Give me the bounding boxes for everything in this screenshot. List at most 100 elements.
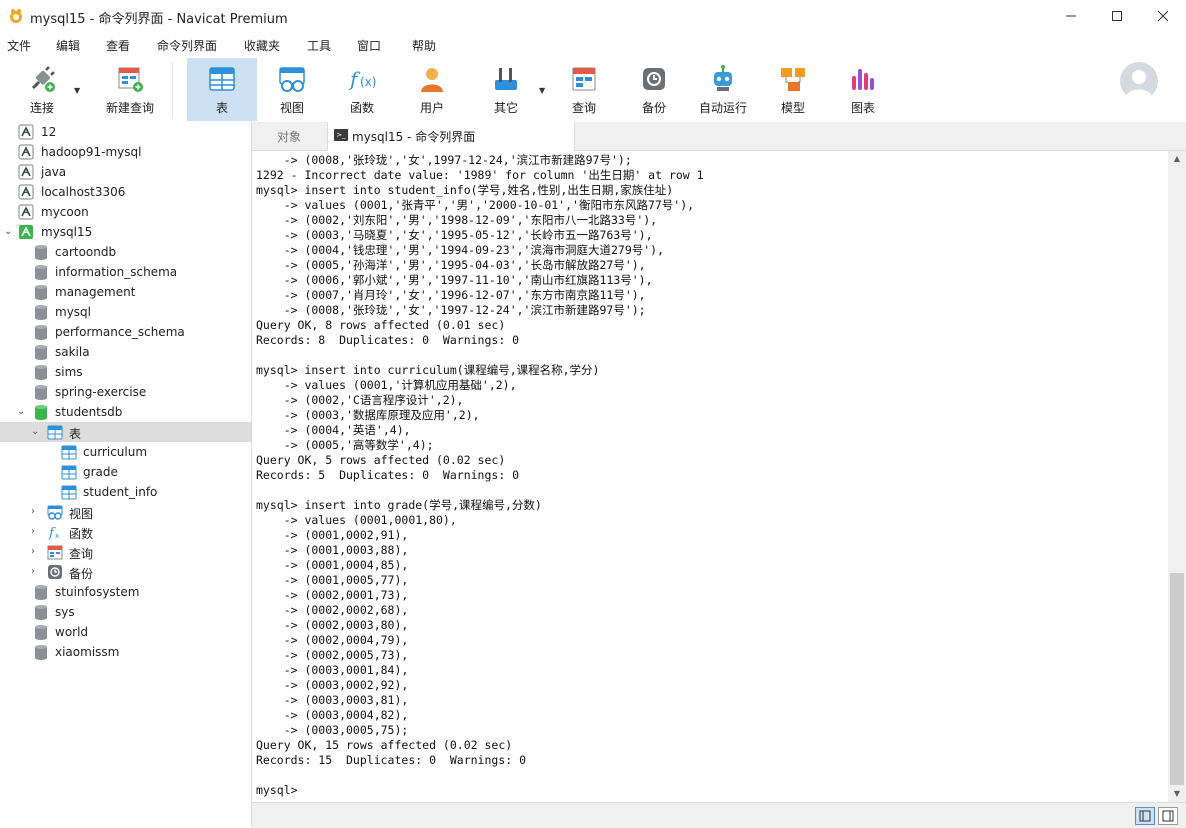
scroll-up-icon[interactable]: ▲ — [1168, 151, 1186, 167]
console-output[interactable]: -> (0008,'张玲珑','女',1997-12-24,'滨江市新建路97号… — [252, 151, 1167, 802]
database-name: sims — [55, 365, 83, 379]
scrollbar-thumb[interactable] — [1170, 573, 1184, 785]
tool-function[interactable]: f (x) 函数 — [328, 58, 396, 121]
tree-connection-mysql15[interactable]: ⌄ mysql15 — [0, 222, 251, 242]
console-line: Records: 5 Duplicates: 0 Warnings: 0 — [256, 468, 520, 482]
menu-view[interactable]: 查看 — [106, 37, 130, 54]
tree-group-functions[interactable]: › 函数 — [0, 522, 251, 542]
tree-database[interactable]: sakila — [0, 342, 251, 362]
menu-favorites[interactable]: 收藏夹 — [244, 37, 280, 54]
tree-database[interactable]: world — [0, 622, 251, 642]
chevron-down-icon[interactable]: ⌄ — [17, 406, 27, 418]
table-icon — [61, 464, 77, 480]
tree-connection[interactable]: mycoon — [0, 202, 251, 222]
tree-table[interactable]: student_info — [0, 482, 251, 502]
robot-icon — [714, 65, 732, 91]
tree-database[interactable]: performance_schema — [0, 322, 251, 342]
chevron-right-icon[interactable]: › — [31, 546, 41, 558]
chevron-right-icon[interactable]: › — [31, 526, 41, 538]
tool-user[interactable]: 用户 — [398, 58, 466, 121]
connection-icon — [18, 164, 34, 180]
menu-edit[interactable]: 编辑 — [56, 37, 80, 54]
tree-database[interactable]: sys — [0, 602, 251, 622]
chevron-down-icon[interactable]: ⌄ — [4, 226, 14, 238]
connect-dropdown-icon[interactable]: ▼ — [74, 86, 80, 95]
panel-left-icon — [1139, 810, 1151, 822]
database-icon — [33, 324, 49, 340]
console-line: -> (0002,0004,79), — [256, 633, 409, 647]
database-name: performance_schema — [55, 325, 185, 339]
tree-connection[interactable]: java — [0, 162, 251, 182]
tools-icon — [495, 68, 517, 90]
database-icon — [33, 364, 49, 380]
tool-backup[interactable]: 备份 — [620, 58, 688, 121]
tree-group-queries[interactable]: › 查询 — [0, 542, 251, 562]
console-line: -> (0003,0005,75); — [256, 723, 409, 737]
user-avatar[interactable] — [1120, 62, 1158, 100]
tree-table[interactable]: grade — [0, 462, 251, 482]
single-view-button[interactable] — [1158, 807, 1178, 825]
tree-database[interactable]: management — [0, 282, 251, 302]
tab-objects[interactable]: 对象 — [252, 122, 326, 150]
database-icon — [33, 344, 49, 360]
database-icon — [33, 264, 49, 280]
model-label: 模型 — [780, 101, 805, 115]
menu-tools[interactable]: 工具 — [307, 37, 331, 54]
tab-console[interactable]: >_ mysql15 - 命令列界面 — [327, 122, 575, 151]
tool-model[interactable]: 模型 — [760, 58, 826, 121]
tree-database[interactable]: sims — [0, 362, 251, 382]
title-bar: mysql15 - 命令列界面 - Navicat Premium — [0, 0, 1186, 32]
split-view-button[interactable] — [1135, 807, 1155, 825]
tree-group-backups[interactable]: › 备份 — [0, 562, 251, 582]
scroll-down-icon[interactable]: ▼ — [1168, 786, 1186, 802]
tree-group-views[interactable]: › 视图 — [0, 502, 251, 522]
group-label: 视图 — [69, 507, 94, 521]
tab-console-label: mysql15 - 命令列界面 — [352, 130, 476, 144]
tree-connection[interactable]: localhost3306 — [0, 182, 251, 202]
console-line: -> (0004,'钱忠理','男','1994-09-23','滨海市洞庭大道… — [256, 243, 665, 257]
view-icon — [279, 67, 305, 92]
tree-table[interactable]: curriculum — [0, 442, 251, 462]
tree-database[interactable]: mysql — [0, 302, 251, 322]
tree-database[interactable]: xiaomissm — [0, 642, 251, 662]
tool-query[interactable]: 查询 — [550, 58, 618, 121]
tree-database[interactable]: spring-exercise — [0, 382, 251, 402]
tool-chart[interactable]: 图表 — [830, 58, 896, 121]
tool-automation[interactable]: 自动运行 — [690, 58, 756, 121]
menu-window[interactable]: 窗口 — [357, 37, 381, 54]
new-query-button[interactable]: 新建查询 — [88, 58, 172, 121]
connection-name: mysql15 — [41, 225, 93, 239]
console-line: -> (0003,0002,92), — [256, 678, 409, 692]
tree-database-studentsdb[interactable]: ⌄ studentsdb — [0, 402, 251, 422]
chevron-right-icon[interactable]: › — [31, 566, 41, 578]
menu-file[interactable]: 文件 — [7, 37, 31, 54]
maximize-button[interactable] — [1094, 0, 1140, 32]
user-label: 用户 — [419, 101, 444, 115]
console-scrollbar[interactable]: ▲ ▼ — [1168, 151, 1186, 802]
tree-group-tables[interactable]: ⌄ 表 — [0, 422, 251, 442]
tree-connection[interactable]: 12 — [0, 122, 251, 142]
tree-database[interactable]: information_schema — [0, 262, 251, 282]
other-dropdown-icon[interactable]: ▼ — [539, 86, 545, 95]
menu-help[interactable]: 帮助 — [412, 37, 436, 54]
chevron-down-icon[interactable]: ⌄ — [31, 426, 41, 438]
tree-database[interactable]: stuinfosystem — [0, 582, 251, 602]
tool-other[interactable]: 其它 — [472, 58, 540, 121]
group-label: 备份 — [69, 567, 94, 581]
function-icon — [47, 524, 63, 540]
query-label: 查询 — [571, 101, 596, 115]
menu-console[interactable]: 命令列界面 — [157, 37, 217, 54]
console-line: -> (0008,'张玲珑','女',1997-12-24,'滨江市新建路97号… — [256, 153, 632, 167]
tree-connection[interactable]: hadoop91-mysql — [0, 142, 251, 162]
close-button[interactable] — [1140, 0, 1186, 32]
tree-database[interactable]: cartoondb — [0, 242, 251, 262]
tool-table[interactable]: 表 — [187, 58, 257, 121]
minimize-button[interactable] — [1048, 0, 1094, 32]
chevron-right-icon[interactable]: › — [31, 506, 41, 518]
table-icon — [61, 444, 77, 460]
tool-view[interactable]: 视图 — [258, 58, 326, 121]
database-name: world — [55, 625, 89, 639]
database-name: cartoondb — [55, 245, 117, 259]
connect-button[interactable]: 连接 — [10, 58, 74, 121]
console-line: -> values (0001,'计算机应用基础',2), — [256, 378, 517, 392]
